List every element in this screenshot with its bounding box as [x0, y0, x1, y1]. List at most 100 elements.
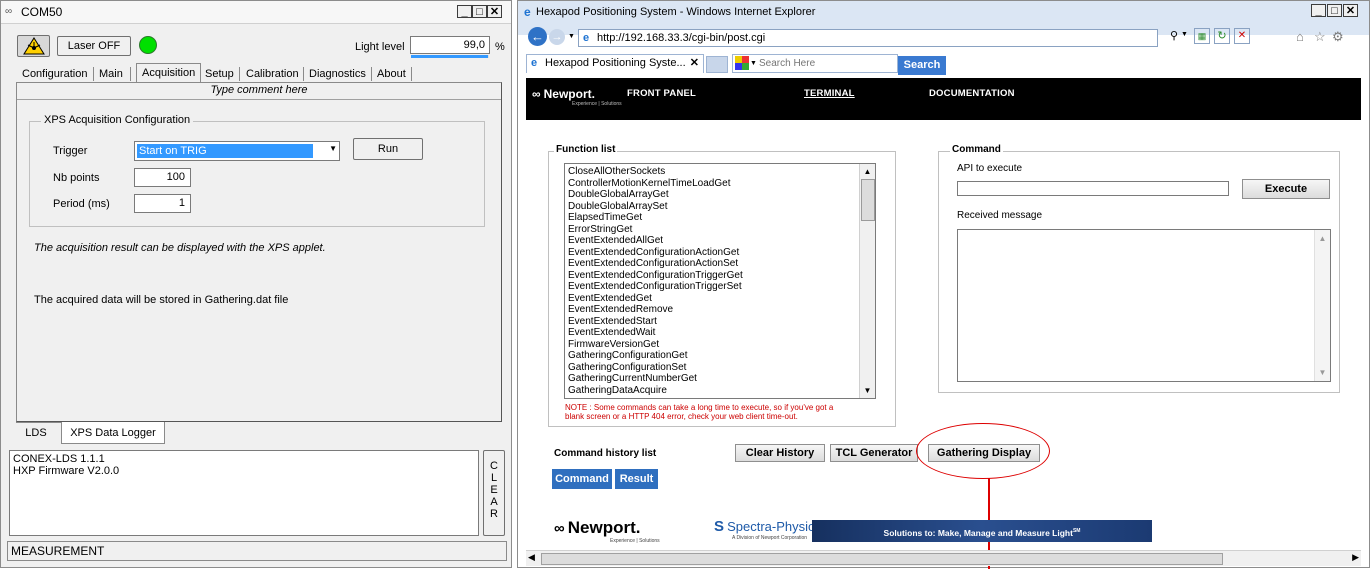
command-title: Command — [950, 144, 1003, 155]
log-line: HXP Firmware V2.0.0 — [13, 465, 120, 477]
clear-history-button[interactable]: Clear History — [735, 444, 825, 462]
com50-window: ∞ COM50 _ □ ✕ Laser OFF Light level 99,0… — [0, 0, 512, 568]
tab-calibration[interactable]: Calibration — [243, 65, 302, 83]
nav-terminal[interactable]: TERMINAL — [804, 88, 855, 99]
tab-acquisition[interactable]: Acquisition — [136, 63, 202, 83]
highlight-ellipse — [916, 423, 1050, 479]
scroll-up-icon[interactable]: ▲ — [860, 164, 875, 179]
api-input[interactable] — [957, 181, 1229, 196]
execute-button[interactable]: Execute — [1242, 179, 1330, 199]
close-button[interactable]: ✕ — [1343, 4, 1358, 17]
chevron-down-icon[interactable]: ▼ — [750, 55, 757, 72]
back-button[interactable]: ← — [528, 27, 547, 46]
search-button[interactable]: Search — [898, 56, 946, 75]
function-list-item[interactable]: EventExtendedConfigurationActionSet — [568, 258, 743, 270]
scroll-up-icon[interactable]: ▲ — [1315, 234, 1330, 243]
nav-front-panel[interactable]: FRONT PANEL — [627, 88, 696, 99]
function-list-item[interactable]: EventExtendedWait — [568, 327, 743, 339]
function-list-item[interactable]: EventExtendedStart — [568, 316, 743, 328]
function-list-item[interactable]: EventExtendedConfigurationActionGet — [568, 247, 743, 259]
compatibility-icon[interactable]: ▦ — [1194, 28, 1210, 44]
run-button[interactable]: Run — [353, 138, 423, 160]
favorites-icon[interactable]: ☆ — [1314, 29, 1326, 45]
home-icon[interactable]: ⌂ — [1296, 29, 1304, 44]
search-icon[interactable]: ⚲ — [1170, 29, 1178, 42]
function-list-item[interactable]: EventExtendedConfigurationTriggerGet — [568, 270, 743, 282]
window-title: COM50 — [21, 5, 63, 19]
result-tab[interactable]: Result — [615, 469, 658, 489]
search-input[interactable] — [759, 56, 889, 70]
scroll-right-icon[interactable]: ▶ — [1352, 552, 1359, 563]
maximize-button[interactable]: □ — [472, 5, 487, 18]
function-list-item[interactable]: EventExtendedAllGet — [568, 235, 743, 247]
function-list-item[interactable]: GatheringCurrentNumberGet — [568, 373, 743, 385]
history-dropdown-icon[interactable]: ▼ — [568, 33, 575, 40]
bottom-tab-xps-data-logger[interactable]: XPS Data Logger — [61, 422, 165, 444]
refresh-icon[interactable]: ↻ — [1214, 28, 1230, 44]
tab-configuration[interactable]: Configuration — [19, 65, 90, 83]
light-level-unit: % — [495, 41, 505, 53]
laser-status-led — [139, 36, 157, 54]
function-list-item[interactable]: DoubleGlobalArraySet — [568, 201, 743, 213]
nav-documentation[interactable]: DOCUMENTATION — [929, 88, 1015, 99]
maximize-button[interactable]: □ — [1327, 4, 1342, 17]
light-level-field: 99,0 — [410, 36, 490, 54]
gathering-note: The acquired data will be stored in Gath… — [34, 294, 289, 306]
function-list-item[interactable]: EventExtendedGet — [568, 293, 743, 305]
function-list-item[interactable]: CloseAllOtherSockets — [568, 166, 743, 178]
minimize-button[interactable]: _ — [457, 5, 472, 18]
list-scrollbar[interactable]: ▲ ▼ — [859, 164, 875, 398]
close-button[interactable]: ✕ — [487, 5, 502, 18]
chevron-down-icon[interactable]: ▼ — [329, 144, 337, 153]
scroll-left-icon[interactable]: ◀ — [528, 552, 535, 563]
function-listbox[interactable]: CloseAllOtherSockets ControllerMotionKern… — [564, 163, 876, 399]
scroll-down-icon[interactable]: ▼ — [1315, 368, 1330, 377]
new-tab-button[interactable] — [706, 56, 728, 73]
comment-field[interactable]: Type comment here — [17, 84, 501, 96]
light-level-label: Light level — [355, 41, 405, 53]
minimize-button[interactable]: _ — [1311, 4, 1326, 17]
tab-diagnostics[interactable]: Diagnostics — [306, 65, 369, 83]
function-list-item[interactable]: DoubleGlobalArrayGet — [568, 189, 743, 201]
chevron-down-icon[interactable]: ▼ — [1181, 31, 1188, 38]
laser-off-button[interactable]: Laser OFF — [57, 36, 131, 56]
horizontal-scrollbar[interactable]: ◀ ▶ — [526, 550, 1361, 566]
nb-points-field[interactable]: 100 — [134, 168, 191, 187]
function-list-item[interactable]: EventExtendedRemove — [568, 304, 743, 316]
trigger-select[interactable]: Start on TRIG ▼ — [134, 141, 340, 161]
function-list-item[interactable]: GatheringConfigurationSet — [568, 362, 743, 374]
bottom-tab-lds-label: LDS — [25, 427, 47, 439]
bottom-tab-lds[interactable]: LDS — [17, 424, 55, 442]
stop-icon[interactable]: ✕ — [1234, 28, 1250, 44]
tab-separator — [411, 67, 412, 81]
close-icon[interactable]: ✕ — [690, 55, 699, 72]
panel-separator — [17, 99, 501, 100]
period-field[interactable]: 1 — [134, 194, 191, 213]
function-list-item[interactable]: EventExtendedConfigurationTriggerSet — [568, 281, 743, 293]
function-list-item[interactable]: GatheringDataAcquire — [568, 385, 743, 397]
text-scrollbar[interactable]: ▲ ▼ — [1314, 230, 1330, 381]
forward-button[interactable]: → — [549, 29, 565, 45]
tab-setup[interactable]: Setup — [202, 65, 237, 83]
gear-icon[interactable]: ⚙ — [1332, 29, 1344, 45]
function-list-item[interactable]: GatheringConfigurationGet — [568, 350, 743, 362]
tcl-generator-button[interactable]: TCL Generator — [830, 444, 918, 462]
log-output: CONEX-LDS 1.1.1 HXP Firmware V2.0.0 — [9, 450, 479, 536]
function-list-item[interactable]: ControllerMotionKernelTimeLoadGet — [568, 178, 743, 190]
tab-main[interactable]: Main — [96, 65, 126, 83]
function-list-item[interactable]: FirmwareVersionGet — [568, 339, 743, 351]
command-tab[interactable]: Command — [552, 469, 612, 489]
function-list-item[interactable]: ErrorStringGet — [568, 224, 743, 236]
function-list-item[interactable]: ElapsedTimeGet — [568, 212, 743, 224]
clear-button[interactable]: C L E A R — [483, 450, 505, 536]
scroll-thumb[interactable] — [861, 179, 875, 221]
search-provider-icon[interactable] — [735, 56, 749, 70]
h-scroll-thumb[interactable] — [541, 553, 1223, 565]
address-bar[interactable]: e http://192.168.33.3/cgi-bin/post.cgi — [578, 29, 1158, 47]
scroll-down-icon[interactable]: ▼ — [860, 383, 875, 398]
browser-tab[interactable]: e Hexapod Positioning Syste... ✕ — [526, 54, 704, 73]
newport-logo-icon: ∞ — [532, 87, 541, 101]
tab-about[interactable]: About — [374, 65, 409, 83]
laser-warning-button[interactable] — [17, 35, 50, 57]
received-message-area[interactable]: ▲ ▼ — [957, 229, 1331, 382]
